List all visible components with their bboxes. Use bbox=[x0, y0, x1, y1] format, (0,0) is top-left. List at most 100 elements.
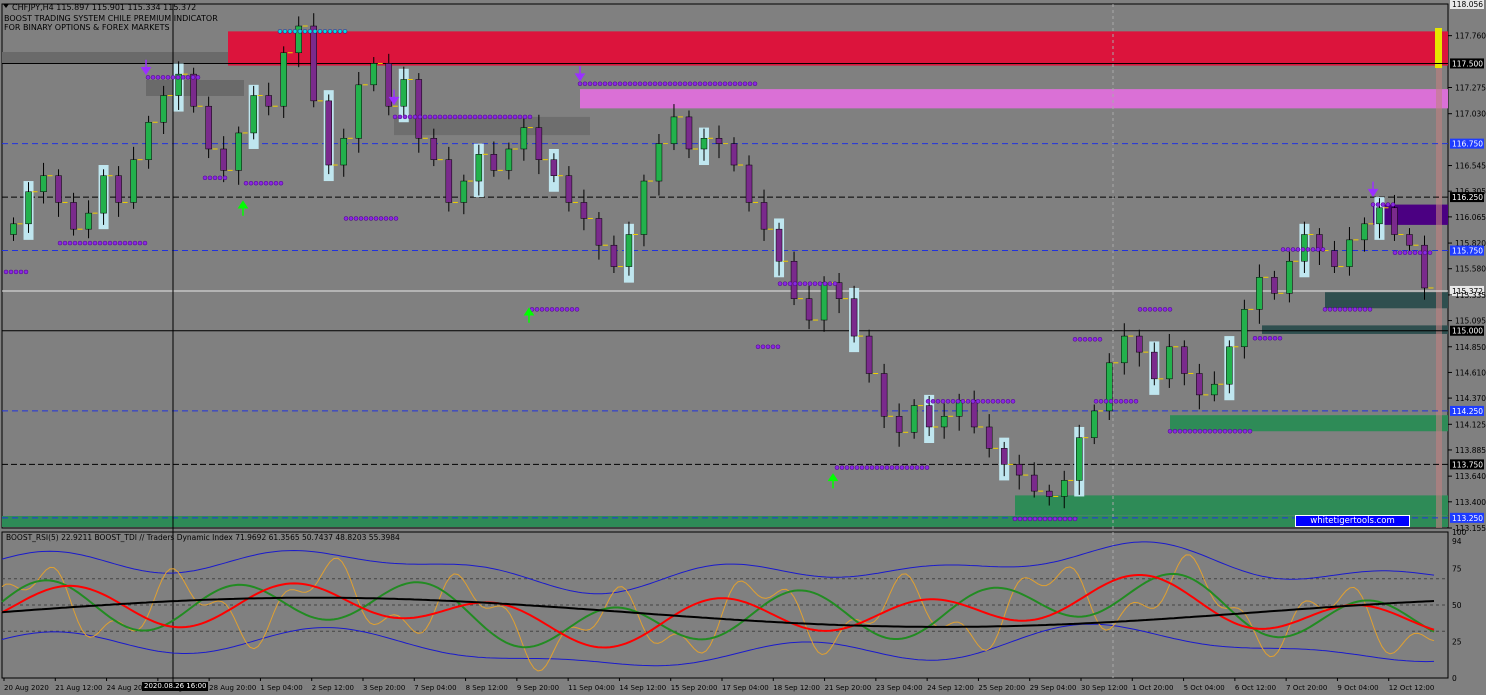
candle-body[interactable] bbox=[460, 180, 468, 203]
candle-body[interactable] bbox=[850, 298, 858, 337]
mt4-chart-window[interactable]: 118.056 117.760 117.500 117.275 117.030 116.7… bbox=[0, 0, 1486, 695]
candle-body[interactable] bbox=[1286, 260, 1293, 294]
candle-body[interactable] bbox=[130, 159, 137, 203]
candle-body[interactable] bbox=[520, 127, 528, 150]
price-chart[interactable]: 118.056 117.760 117.500 117.275 117.030 116.7… bbox=[0, 0, 1486, 695]
candle-body[interactable] bbox=[40, 175, 47, 192]
candle-body[interactable] bbox=[145, 122, 152, 160]
candle-body[interactable] bbox=[745, 164, 753, 203]
candle-body[interactable] bbox=[595, 218, 603, 246]
candle-body[interactable] bbox=[1271, 277, 1278, 294]
candle-body[interactable] bbox=[1241, 309, 1248, 348]
candle-body[interactable] bbox=[1391, 207, 1398, 235]
candle-body[interactable] bbox=[25, 191, 32, 225]
candle-body[interactable] bbox=[1060, 480, 1068, 497]
candle-body[interactable] bbox=[490, 154, 498, 171]
candle-body[interactable] bbox=[415, 79, 423, 139]
candle-body[interactable] bbox=[730, 143, 738, 166]
candle-body[interactable] bbox=[280, 52, 287, 107]
candle-body[interactable] bbox=[640, 180, 648, 235]
signal-dot bbox=[422, 114, 428, 120]
candle-body[interactable] bbox=[1166, 346, 1173, 380]
candle-body[interactable] bbox=[1015, 464, 1023, 476]
signal-dot bbox=[909, 465, 915, 470]
candle-body[interactable] bbox=[565, 175, 573, 203]
candle-body[interactable] bbox=[370, 63, 378, 86]
candle-body[interactable] bbox=[1136, 335, 1143, 353]
candle-body[interactable] bbox=[550, 159, 558, 176]
candle-body[interactable] bbox=[55, 175, 62, 203]
candle-body[interactable] bbox=[925, 405, 933, 428]
zone-dark-teal-1 bbox=[1325, 292, 1448, 309]
candle-body[interactable] bbox=[715, 138, 723, 144]
candle-body[interactable] bbox=[835, 282, 843, 299]
candle-body[interactable] bbox=[880, 373, 888, 417]
candle-body[interactable] bbox=[625, 234, 633, 267]
candle-body[interactable] bbox=[820, 282, 828, 321]
candle-body[interactable] bbox=[250, 95, 257, 134]
candle-body[interactable] bbox=[1000, 448, 1008, 465]
candle-body[interactable] bbox=[1106, 362, 1113, 412]
whitetigertools-badge[interactable]: whitetigertools.com bbox=[1295, 515, 1410, 527]
candle-body[interactable] bbox=[940, 416, 948, 428]
candle-body[interactable] bbox=[505, 148, 513, 171]
candle-body[interactable] bbox=[325, 100, 332, 166]
candle-body[interactable] bbox=[760, 202, 768, 230]
candle-body[interactable] bbox=[205, 105, 212, 150]
candle-body[interactable] bbox=[865, 335, 873, 374]
candle-body[interactable] bbox=[235, 132, 242, 171]
candle-body[interactable] bbox=[535, 127, 543, 160]
signal-dot bbox=[18, 269, 24, 275]
candle-body[interactable] bbox=[1181, 346, 1188, 374]
candle-body[interactable] bbox=[1121, 335, 1128, 364]
candle-body[interactable] bbox=[610, 244, 618, 267]
signal-dot bbox=[1177, 428, 1183, 434]
candle-body[interactable] bbox=[670, 116, 678, 144]
candle-body[interactable] bbox=[580, 202, 588, 219]
signal-dot bbox=[1000, 399, 1006, 404]
candle-body[interactable] bbox=[1091, 410, 1098, 438]
candle-body[interactable] bbox=[790, 260, 798, 299]
candle-body[interactable] bbox=[400, 79, 408, 107]
candle-body[interactable] bbox=[1030, 474, 1038, 492]
candle-body[interactable] bbox=[1151, 351, 1158, 380]
candle-body[interactable] bbox=[1045, 490, 1053, 497]
candle-body[interactable] bbox=[1196, 373, 1203, 396]
candle-body[interactable] bbox=[340, 138, 347, 166]
candle-body[interactable] bbox=[775, 228, 783, 262]
signal-dot bbox=[904, 465, 910, 470]
candle-body[interactable] bbox=[895, 416, 903, 433]
candle-body[interactable] bbox=[445, 159, 453, 203]
candle-body[interactable] bbox=[1406, 234, 1413, 246]
candle-body[interactable] bbox=[265, 95, 272, 107]
candle-body[interactable] bbox=[310, 25, 317, 102]
candle-body[interactable] bbox=[970, 399, 978, 428]
candle-body[interactable] bbox=[1331, 250, 1338, 267]
chart-menu-arrow-icon[interactable] bbox=[3, 4, 9, 8]
candle-body[interactable] bbox=[1076, 437, 1083, 481]
candle-body[interactable] bbox=[10, 223, 17, 235]
candle-body[interactable] bbox=[1361, 223, 1368, 241]
candle-body[interactable] bbox=[70, 202, 77, 230]
candle-body[interactable] bbox=[475, 154, 483, 182]
candle-body[interactable] bbox=[1256, 277, 1263, 310]
signal-dot bbox=[807, 281, 813, 286]
candle-body[interactable] bbox=[100, 175, 107, 214]
candle-body[interactable] bbox=[700, 138, 708, 150]
candle-body[interactable] bbox=[655, 143, 663, 182]
candle-body[interactable] bbox=[115, 175, 122, 203]
candle-body[interactable] bbox=[910, 405, 918, 433]
candle-body[interactable] bbox=[1376, 207, 1383, 225]
candle-body[interactable] bbox=[220, 148, 227, 171]
candle-body[interactable] bbox=[355, 84, 362, 139]
candle-body[interactable] bbox=[1346, 239, 1353, 267]
candle-body[interactable] bbox=[85, 212, 92, 230]
candle-body[interactable] bbox=[685, 116, 693, 150]
candle-body[interactable] bbox=[1211, 383, 1218, 396]
candle-body[interactable] bbox=[985, 426, 993, 449]
candle-body[interactable] bbox=[430, 138, 438, 160]
candle-body[interactable] bbox=[1226, 346, 1233, 385]
time-axis-label: 3 Sep 20:00 bbox=[363, 684, 405, 692]
candle-body[interactable] bbox=[805, 298, 813, 321]
candle-body[interactable] bbox=[160, 95, 167, 123]
